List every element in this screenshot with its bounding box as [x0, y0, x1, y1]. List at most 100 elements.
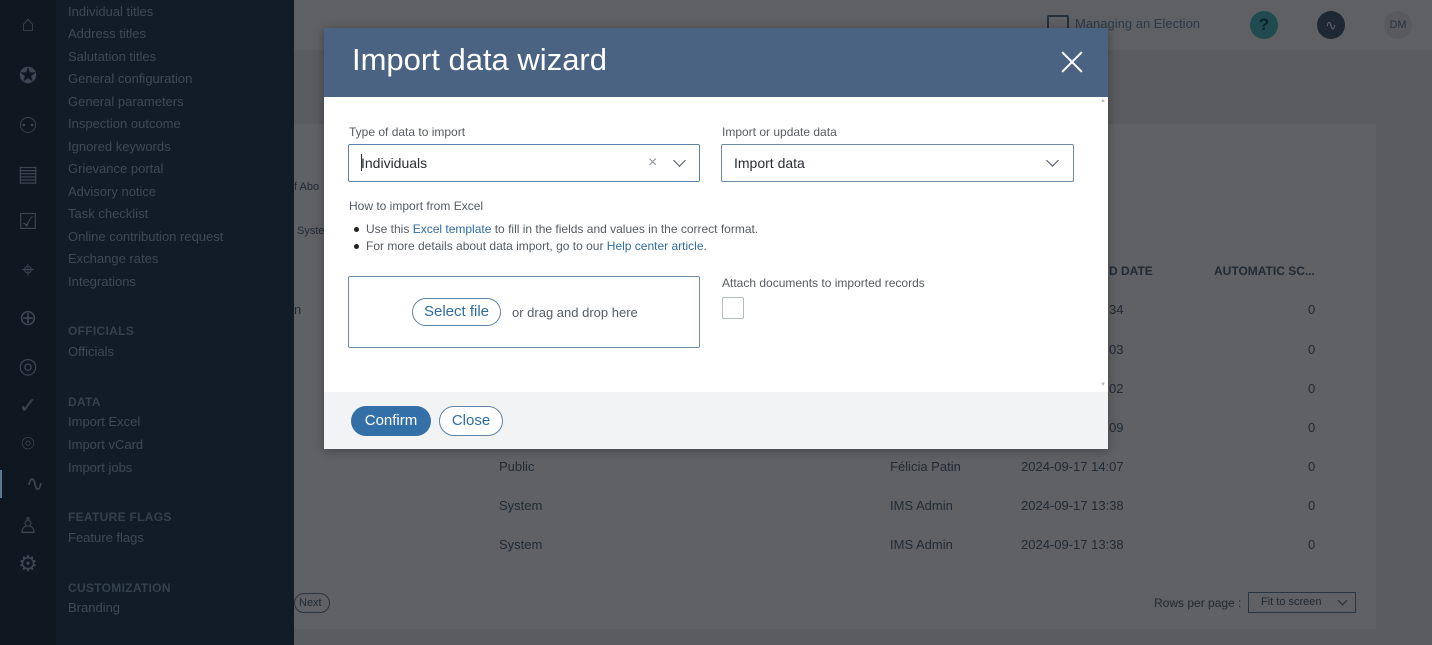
- cell-value: 0: [1308, 420, 1316, 435]
- next-page-button[interactable]: Next: [294, 593, 330, 613]
- dialog-header: Import data wizard: [324, 28, 1108, 97]
- scroll-up-icon[interactable]: ▲: [1100, 98, 1106, 104]
- close-icon[interactable]: [1056, 46, 1088, 78]
- sidebar-item-officials[interactable]: Officials: [68, 344, 114, 359]
- activity-icon[interactable]: ◎: [14, 352, 42, 380]
- sidebar-item[interactable]: Exchange rates: [68, 251, 158, 266]
- cell-date: 09: [1109, 420, 1124, 435]
- check-circle-icon[interactable]: ✓: [14, 392, 42, 420]
- column-header-automatic[interactable]: AUTOMATIC SC...: [1214, 264, 1315, 278]
- rows-per-page-label: Rows per page :: [1154, 596, 1242, 610]
- import-or-update-label: Import or update data: [722, 125, 837, 139]
- cell-value: 0: [1308, 381, 1316, 396]
- cell-date: 2024-09-17 13:38: [1021, 498, 1124, 513]
- sidebar-item[interactable]: Individual titles: [68, 4, 153, 19]
- globe-icon[interactable]: ⊕: [14, 304, 42, 332]
- sidebar-item[interactable]: Grievance portal: [68, 161, 163, 176]
- help-center-article-link[interactable]: Help center article: [607, 239, 704, 253]
- import-wizard-dialog: Import data wizard ▲ ▼ Type of data to i…: [324, 28, 1108, 449]
- sidebar-item[interactable]: Integrations: [68, 274, 136, 289]
- dialog-title: Import data wizard: [352, 42, 607, 77]
- bg-fragment: Syste: [297, 225, 325, 237]
- sidebar-item[interactable]: General parameters: [68, 94, 184, 109]
- cell-value: 0: [1308, 498, 1316, 513]
- cell-date: 34: [1109, 302, 1124, 317]
- attach-documents-label: Attach documents to imported records: [722, 276, 925, 290]
- bullet-text: For more details about data import, go t…: [366, 239, 607, 253]
- confirm-button[interactable]: Confirm: [351, 406, 431, 436]
- sidebar-item[interactable]: Task checklist: [68, 206, 148, 221]
- location-icon[interactable]: ⌾: [14, 430, 42, 458]
- cell-value: 0: [1308, 302, 1316, 317]
- import-or-update-select[interactable]: Import data: [721, 144, 1074, 182]
- cell-type: System: [499, 537, 543, 552]
- rows-per-page-value: Fit to screen: [1261, 596, 1322, 608]
- sidebar-item[interactable]: Online contribution request: [68, 229, 223, 244]
- star-icon[interactable]: ✪: [14, 62, 42, 90]
- bullet-text: .: [703, 239, 707, 253]
- sidebar-item-import-vcard[interactable]: Import vCard: [68, 437, 143, 452]
- file-drop-zone[interactable]: Select file or drag and drop here: [348, 276, 700, 348]
- help-icon[interactable]: ?: [1250, 11, 1278, 39]
- scroll-down-icon[interactable]: ▼: [1100, 382, 1106, 388]
- activity-pulse-icon[interactable]: ∿: [1317, 11, 1345, 39]
- checklist-icon[interactable]: ☑: [14, 208, 42, 236]
- sidebar-heading-data: DATA: [68, 395, 101, 409]
- sidebar-item[interactable]: General configuration: [68, 71, 192, 86]
- dialog-footer: Confirm Close: [324, 392, 1108, 449]
- icon-rail: ⌂ ✪ ⚇ ▤ ☑ ⌖ ⊕ ◎ ✓ ⌾ ∿ ♙ ⚙: [0, 0, 56, 645]
- column-header-date[interactable]: D DATE: [1109, 264, 1153, 278]
- type-of-data-select[interactable]: Individuals ×: [348, 144, 700, 182]
- cell-date: 2024-09-17 14:07: [1021, 459, 1124, 474]
- map-pin-icon[interactable]: ⌖: [14, 256, 42, 284]
- drag-drop-text: or drag and drop here: [512, 305, 638, 320]
- sidebar-item[interactable]: Ignored keywords: [68, 139, 171, 154]
- howto-bullet-help: For more details about data import, go t…: [354, 239, 707, 253]
- attach-documents-checkbox[interactable]: [722, 297, 744, 319]
- type-of-data-value: Individuals: [361, 155, 428, 171]
- bullet-text: Use this: [366, 222, 413, 236]
- document-icon[interactable]: ▤: [14, 160, 42, 188]
- sidebar-item[interactable]: Advisory notice: [68, 184, 156, 199]
- cell-user: Félicia Patin: [890, 459, 961, 474]
- sidebar-heading-officials: OFFICIALS: [68, 324, 135, 338]
- cell-date: 2024-09-17 13:38: [1021, 537, 1124, 552]
- cell-value: 0: [1308, 537, 1316, 552]
- settings-sidebar: Individual titles Address titles Salutat…: [56, 0, 294, 645]
- howto-bullet-template: Use this Excel template to fill in the f…: [353, 222, 758, 236]
- gear-icon[interactable]: ⚙: [14, 550, 42, 578]
- analytics-icon[interactable]: ∿: [0, 470, 56, 498]
- clear-icon[interactable]: ×: [648, 154, 657, 172]
- excel-template-link[interactable]: Excel template: [413, 222, 492, 236]
- cell-user: IMS Admin: [890, 498, 953, 513]
- sidebar-item-feature-flags[interactable]: Feature flags: [68, 530, 144, 545]
- cell-date: 02: [1109, 381, 1124, 396]
- chevron-down-icon[interactable]: [1046, 154, 1059, 167]
- user-icon[interactable]: ♙: [14, 512, 42, 540]
- cell-value: 0: [1308, 342, 1316, 357]
- sidebar-item[interactable]: Salutation titles: [68, 49, 156, 64]
- people-icon[interactable]: ⚇: [14, 112, 42, 140]
- sidebar-item-import-jobs[interactable]: Import jobs: [68, 460, 132, 475]
- import-or-update-value: Import data: [734, 155, 805, 171]
- sidebar-item-branding[interactable]: Branding: [68, 600, 120, 615]
- chevron-down-icon[interactable]: [673, 154, 686, 167]
- close-button[interactable]: Close: [439, 406, 503, 436]
- sidebar-item-import-excel[interactable]: Import Excel: [68, 414, 140, 429]
- cell-value: 0: [1308, 459, 1316, 474]
- home-icon[interactable]: ⌂: [14, 10, 42, 38]
- avatar[interactable]: DM: [1384, 11, 1412, 39]
- cell-user: IMS Admin: [890, 537, 953, 552]
- cell-type: System: [499, 498, 543, 513]
- bg-fragment: f Abo: [294, 181, 320, 193]
- rows-per-page-select[interactable]: Fit to screen: [1248, 592, 1356, 613]
- howto-title: How to import from Excel: [349, 199, 484, 213]
- sidebar-heading-customization: CUSTOMIZATION: [68, 581, 171, 595]
- cell-type: Public: [499, 459, 535, 474]
- sidebar-item[interactable]: Inspection outcome: [68, 116, 181, 131]
- sidebar-heading-feature-flags: FEATURE FLAGS: [68, 510, 172, 524]
- sidebar-item[interactable]: Address titles: [68, 26, 146, 41]
- bg-fragment: n: [294, 302, 302, 317]
- chevron-down-icon: [1337, 595, 1348, 606]
- select-file-button[interactable]: Select file: [412, 298, 501, 326]
